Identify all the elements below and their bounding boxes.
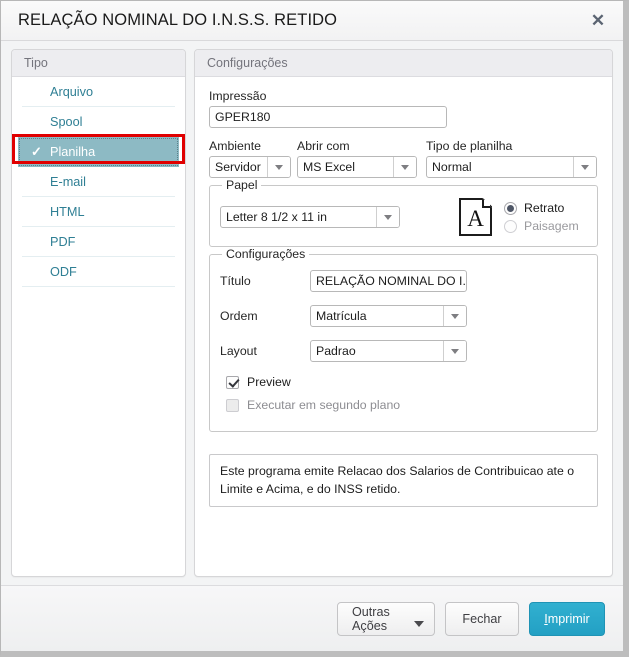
preview-label: Preview <box>247 375 291 389</box>
sidebar-item-label: HTML <box>50 204 85 219</box>
ordem-row: Ordem Matrícula <box>220 305 587 327</box>
imprimir-label-rest: mprimir <box>547 611 590 626</box>
papel-size-select[interactable]: Letter 8 1/2 x 11 in <box>220 206 400 228</box>
sidebar-item-label: Spool <box>50 114 83 129</box>
ordem-label: Ordem <box>220 309 258 323</box>
chevron-down-icon[interactable] <box>443 306 466 326</box>
fechar-button[interactable]: Fechar <box>445 601 519 636</box>
dialog-body: Tipo Arquivo Spool ✓ Planilha E-mail HTM… <box>1 41 623 577</box>
tipo-planilha-select[interactable]: Normal <box>426 156 597 178</box>
checkbox-checked-icon <box>226 375 239 389</box>
orientation-radio-group: Retrato Paisagem <box>504 201 579 233</box>
close-icon[interactable]: ✕ <box>587 10 609 32</box>
check-icon: ✓ <box>31 143 42 159</box>
type-panel-header: Tipo <box>12 50 185 77</box>
abrir-com-select[interactable]: MS Excel <box>297 156 417 178</box>
chevron-down-icon[interactable] <box>443 341 466 361</box>
layout-value: Padrao <box>316 344 356 358</box>
radio-retrato-label: Retrato <box>524 201 565 215</box>
radio-paisagem[interactable]: Paisagem <box>504 219 579 233</box>
radio-empty-icon <box>504 219 517 233</box>
radio-filled-icon <box>504 201 517 215</box>
sidebar-item-label: Arquivo <box>50 84 94 99</box>
settings-panel: Configurações Impressão GPER180 Ambiente… <box>194 49 613 577</box>
impressao-input[interactable]: GPER180 <box>209 106 447 128</box>
preview-checkbox[interactable]: Preview <box>220 375 587 389</box>
configuracoes-fieldset: Configurações Título RELAÇÃO NOMINAL DO … <box>209 247 598 432</box>
outras-acoes-label: Outras Ações <box>352 604 390 633</box>
segundo-plano-label: Executar em segundo plano <box>247 398 401 412</box>
tipo-planilha-value: Normal <box>432 160 472 174</box>
ordem-value: Matrícula <box>316 309 367 323</box>
titulo-label: Título <box>220 274 251 288</box>
fechar-label: Fechar <box>462 611 502 626</box>
sidebar-item-label: ODF <box>50 264 77 279</box>
imprimir-button[interactable]: Imprimir <box>529 601 605 636</box>
ambiente-label: Ambiente <box>209 139 261 153</box>
papel-size-value: Letter 8 1/2 x 11 in <box>226 210 327 224</box>
tipo-planilha-label: Tipo de planilha <box>426 139 513 153</box>
layout-select[interactable]: Padrao <box>310 340 467 362</box>
checkbox-empty-icon <box>226 398 239 412</box>
type-panel: Tipo Arquivo Spool ✓ Planilha E-mail HTM… <box>11 49 186 577</box>
sidebar-item-email[interactable]: E-mail <box>22 167 175 197</box>
print-dialog-window: RELAÇÃO NOMINAL DO I.N.S.S. RETIDO ✕ Tip… <box>0 0 629 657</box>
sidebar-item-arquivo[interactable]: Arquivo <box>22 77 175 107</box>
chevron-down-icon[interactable] <box>573 157 596 177</box>
configuracoes-legend: Configurações <box>226 247 306 261</box>
dialog-footer: Outras Ações Fechar Imprimir <box>1 585 623 651</box>
sidebar-item-html[interactable]: HTML <box>22 197 175 227</box>
radio-retrato[interactable]: Retrato <box>504 201 579 215</box>
sidebar-item-planilha[interactable]: ✓ Planilha <box>18 137 179 167</box>
settings-panel-header: Configurações <box>195 50 612 77</box>
sidebar-item-label: Planilha <box>50 144 96 159</box>
settings-panel-content: Impressão GPER180 Ambiente Servidor Abri… <box>195 77 612 507</box>
ambiente-field-group: Ambiente Servidor <box>209 139 291 178</box>
ambiente-select[interactable]: Servidor <box>209 156 291 178</box>
titulo-row: Título RELAÇÃO NOMINAL DO I.N.S.S <box>220 270 587 292</box>
layout-row: Layout Padrao <box>220 340 587 362</box>
abrir-com-label: Abrir com <box>297 139 350 153</box>
chevron-down-icon[interactable] <box>376 207 399 227</box>
sidebar-item-odf[interactable]: ODF <box>22 257 175 287</box>
abrir-com-field-group: Abrir com MS Excel <box>297 139 417 178</box>
dialog-titlebar: RELAÇÃO NOMINAL DO I.N.S.S. RETIDO ✕ <box>1 1 623 41</box>
type-list: Arquivo Spool ✓ Planilha E-mail HTML PDF <box>12 77 185 287</box>
radio-paisagem-label: Paisagem <box>524 219 579 233</box>
outras-acoes-button[interactable]: Outras Ações <box>337 601 435 636</box>
dialog-title: RELAÇÃO NOMINAL DO I.N.S.S. RETIDO <box>18 11 338 29</box>
papel-fieldset: Papel Letter 8 1/2 x 11 in A Retrato Pai… <box>209 178 598 247</box>
page-letter-a: A <box>467 205 484 231</box>
chevron-down-icon[interactable] <box>267 157 290 177</box>
sidebar-item-label: PDF <box>50 234 76 249</box>
papel-legend: Papel <box>226 178 258 192</box>
segundo-plano-checkbox[interactable]: Executar em segundo plano <box>220 398 587 412</box>
environment-row: Ambiente Servidor Abrir com MS Excel Tip… <box>209 139 598 178</box>
papel-content: Letter 8 1/2 x 11 in A Retrato Paisagem <box>220 198 587 236</box>
sidebar-item-pdf[interactable]: PDF <box>22 227 175 257</box>
sidebar-item-spool[interactable]: Spool <box>22 107 175 137</box>
program-description: Este programa emite Relacao dos Salarios… <box>209 454 598 507</box>
layout-label: Layout <box>220 344 257 358</box>
ambiente-value: Servidor <box>215 160 261 174</box>
page-orientation-icon: A <box>459 198 492 236</box>
titulo-input[interactable]: RELAÇÃO NOMINAL DO I.N.S.S <box>310 270 467 292</box>
impressao-label: Impressão <box>209 89 267 103</box>
sidebar-item-label: E-mail <box>50 174 86 189</box>
abrir-com-value: MS Excel <box>303 160 355 174</box>
chevron-down-icon <box>414 620 424 627</box>
ordem-select[interactable]: Matrícula <box>310 305 467 327</box>
chevron-down-icon[interactable] <box>393 157 416 177</box>
tipo-planilha-field-group: Tipo de planilha Normal <box>426 139 597 178</box>
